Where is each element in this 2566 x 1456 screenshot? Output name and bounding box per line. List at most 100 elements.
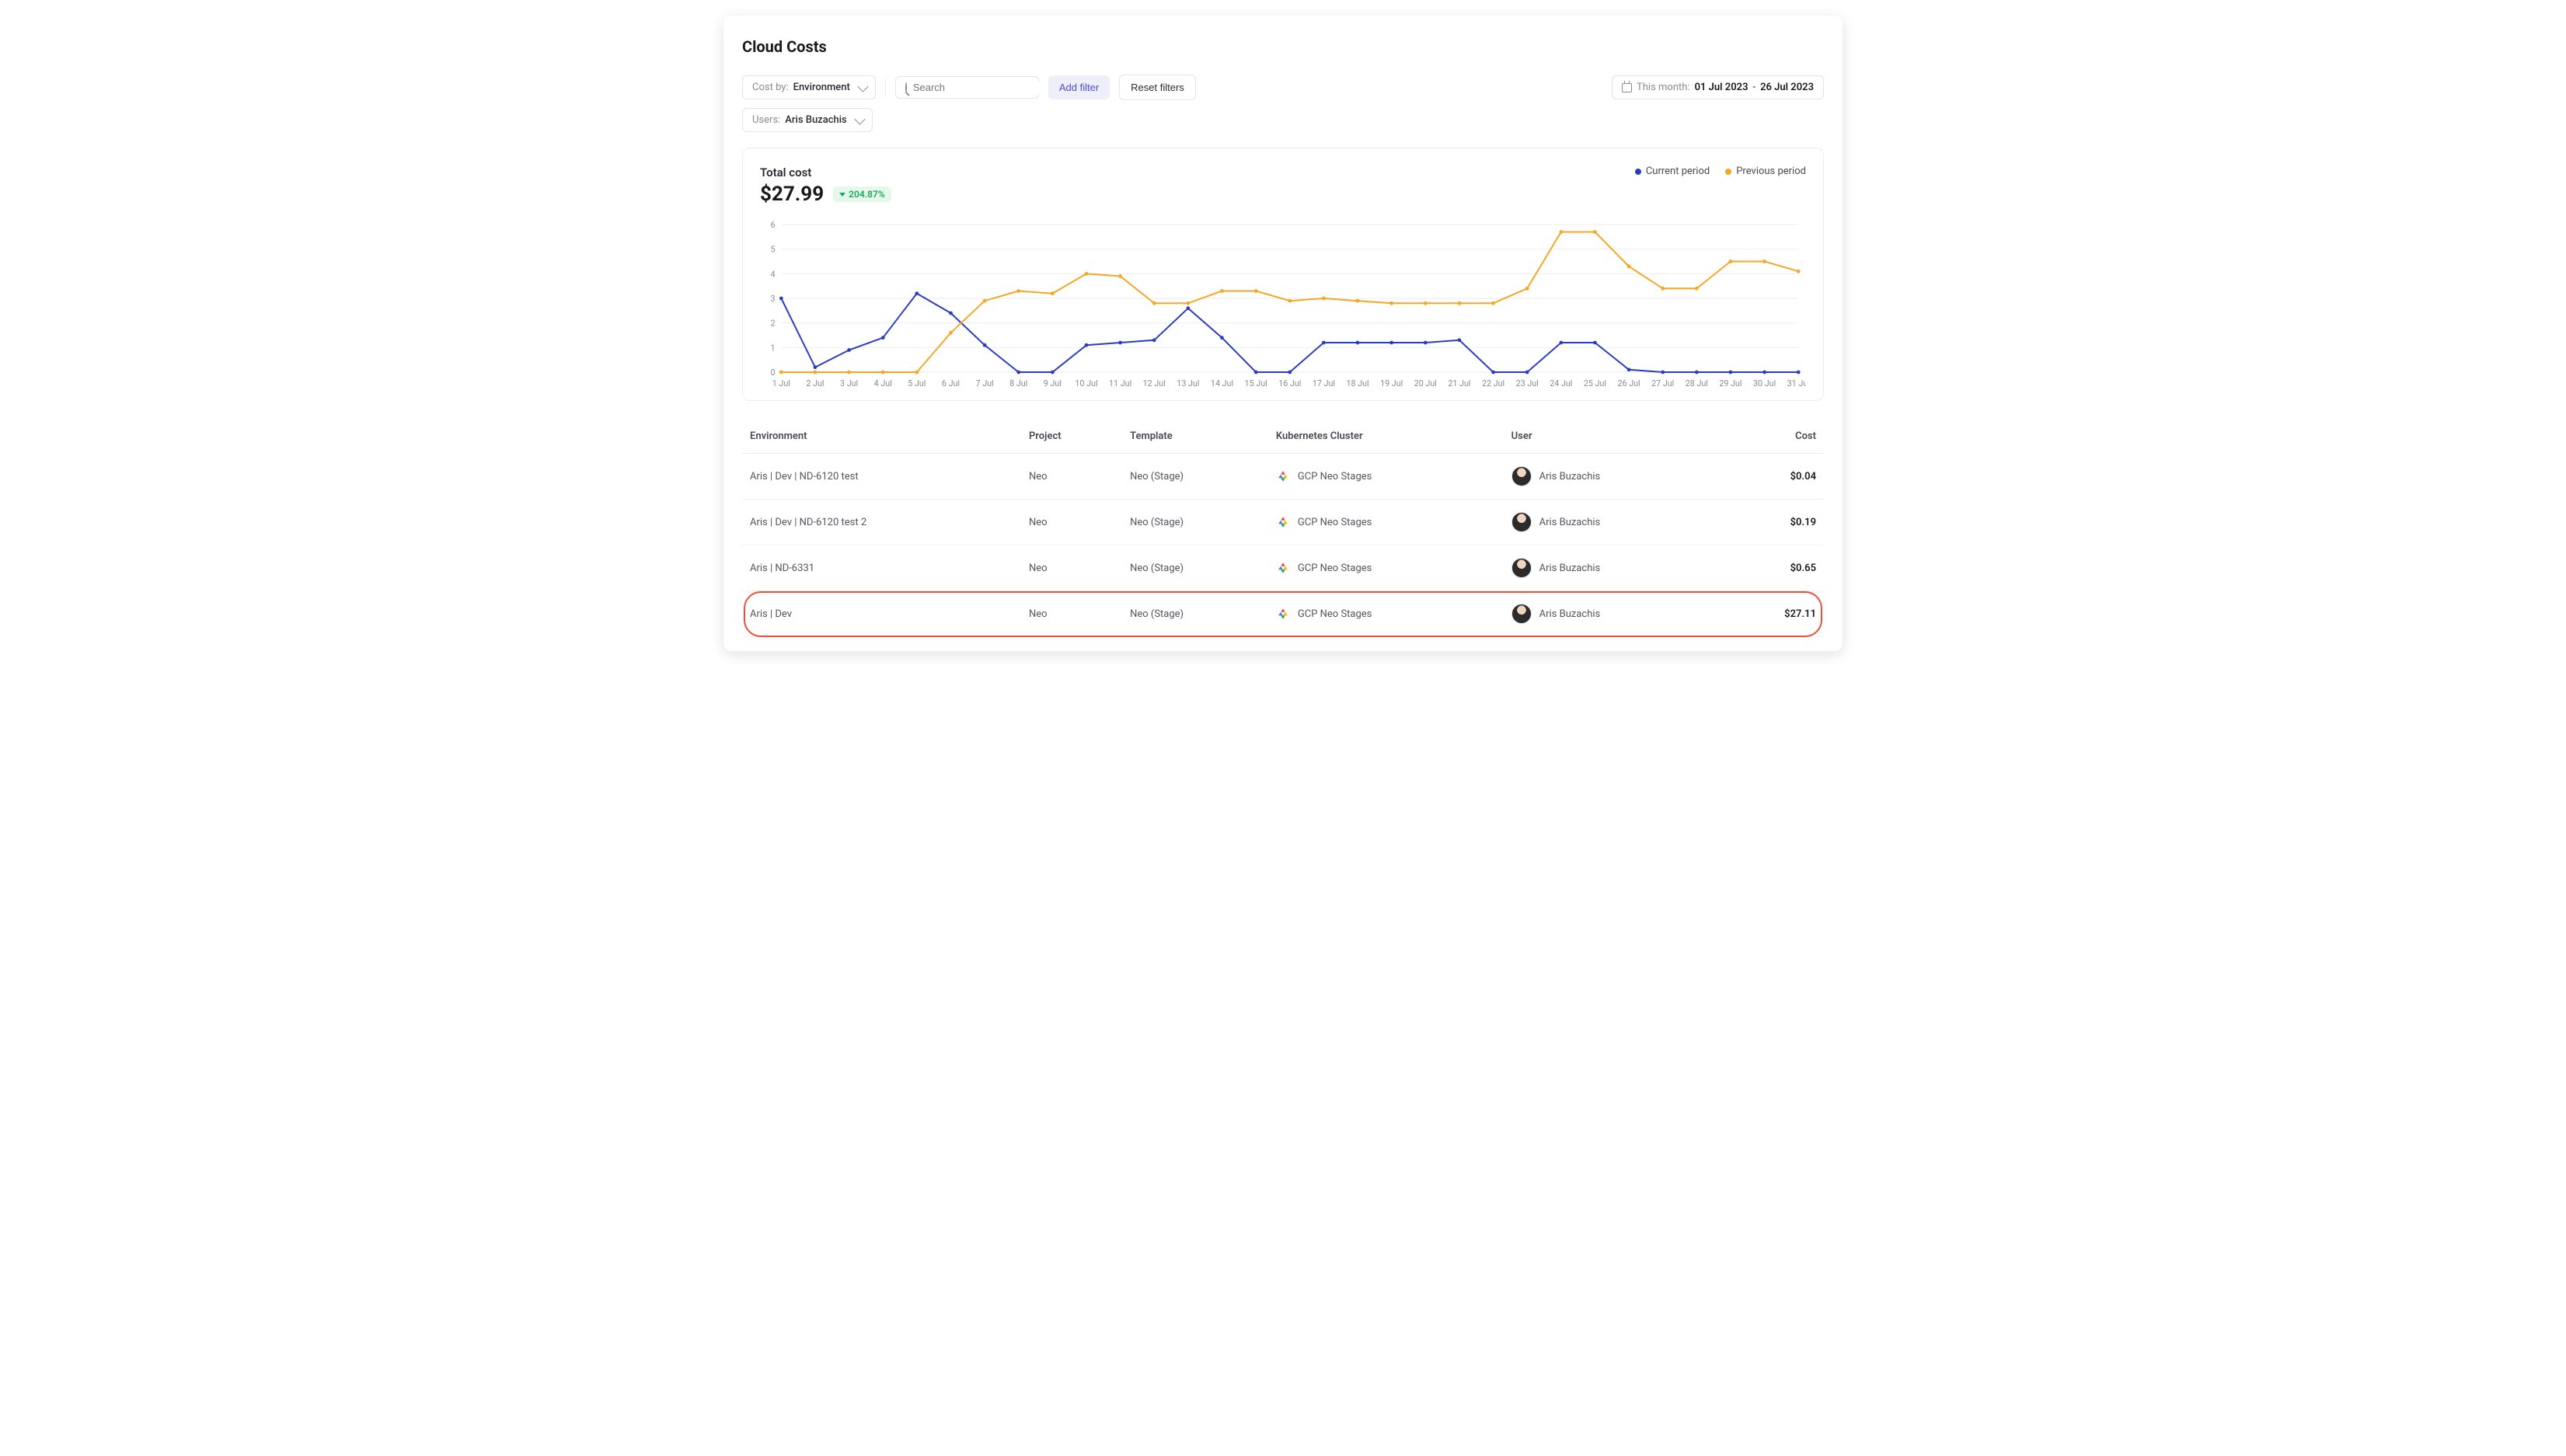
svg-text:24 Jul: 24 Jul bbox=[1550, 378, 1572, 388]
svg-text:1: 1 bbox=[770, 343, 775, 353]
svg-text:10 Jul: 10 Jul bbox=[1075, 378, 1097, 388]
svg-text:23 Jul: 23 Jul bbox=[1516, 378, 1539, 388]
cell-cost: $0.19 bbox=[1724, 500, 1824, 545]
cost-chart: 01234561 Jul2 Jul3 Jul4 Jul5 Jul6 Jul7 J… bbox=[760, 218, 1806, 389]
svg-text:31 Jul: 31 Jul bbox=[1787, 378, 1806, 388]
svg-text:0: 0 bbox=[770, 367, 775, 378]
chevron-down-icon bbox=[854, 113, 865, 124]
cell-cluster: GCP Neo Stages bbox=[1268, 591, 1504, 637]
svg-text:8 Jul: 8 Jul bbox=[1009, 378, 1027, 388]
svg-text:18 Jul: 18 Jul bbox=[1346, 378, 1368, 388]
avatar bbox=[1511, 466, 1532, 486]
table-row[interactable]: Aris | Dev | ND-6120 test Neo Neo (Stage… bbox=[742, 454, 1824, 500]
search-input[interactable] bbox=[913, 82, 1050, 93]
gcp-icon bbox=[1276, 469, 1290, 483]
svg-text:16 Jul: 16 Jul bbox=[1278, 378, 1301, 388]
svg-text:3 Jul: 3 Jul bbox=[840, 378, 858, 388]
total-cost-card: Total cost $27.99 204.87% Current period… bbox=[742, 148, 1824, 401]
cell-user: Aris Buzachis bbox=[1504, 500, 1724, 545]
cell-project: Neo bbox=[1021, 591, 1122, 637]
col-project[interactable]: Project bbox=[1021, 420, 1122, 454]
arrow-down-icon bbox=[839, 193, 845, 197]
total-cost-amount: $27.99 bbox=[760, 183, 824, 206]
cell-environment: Aris | Dev bbox=[742, 591, 1021, 637]
svg-text:22 Jul: 22 Jul bbox=[1482, 378, 1504, 388]
svg-text:2: 2 bbox=[770, 319, 775, 329]
cell-cost: $0.04 bbox=[1724, 454, 1824, 500]
col-cost[interactable]: Cost bbox=[1724, 420, 1824, 454]
cell-cluster: GCP Neo Stages bbox=[1268, 500, 1504, 545]
svg-text:6 Jul: 6 Jul bbox=[942, 378, 960, 388]
cell-environment: Aris | Dev | ND-6120 test 2 bbox=[742, 500, 1021, 545]
svg-text:13 Jul: 13 Jul bbox=[1177, 378, 1199, 388]
legend-dot-current bbox=[1635, 169, 1641, 175]
cell-template: Neo (Stage) bbox=[1122, 454, 1268, 500]
cost-by-value: Environment bbox=[793, 82, 850, 93]
cell-user: Aris Buzachis bbox=[1504, 591, 1724, 637]
svg-text:1 Jul: 1 Jul bbox=[772, 378, 790, 388]
calendar-icon bbox=[1622, 83, 1632, 92]
delta-value: 204.87% bbox=[849, 189, 885, 200]
environments-table: Environment Project Template Kubernetes … bbox=[742, 420, 1824, 637]
svg-text:12 Jul: 12 Jul bbox=[1143, 378, 1166, 388]
filters-bar: Cost by: Environment Add filter Reset fi… bbox=[742, 75, 1824, 100]
col-user[interactable]: User bbox=[1504, 420, 1724, 454]
svg-text:17 Jul: 17 Jul bbox=[1313, 378, 1335, 388]
svg-text:5: 5 bbox=[770, 245, 775, 255]
cell-template: Neo (Stage) bbox=[1122, 591, 1268, 637]
svg-text:21 Jul: 21 Jul bbox=[1448, 378, 1470, 388]
svg-text:25 Jul: 25 Jul bbox=[1584, 378, 1606, 388]
cell-project: Neo bbox=[1021, 500, 1122, 545]
svg-text:26 Jul: 26 Jul bbox=[1618, 378, 1640, 388]
svg-text:3: 3 bbox=[770, 294, 775, 304]
environments-table-wrap: Environment Project Template Kubernetes … bbox=[742, 420, 1824, 637]
svg-text:4 Jul: 4 Jul bbox=[874, 378, 892, 388]
cell-cost: $27.11 bbox=[1724, 591, 1824, 637]
col-environment[interactable]: Environment bbox=[742, 420, 1021, 454]
svg-text:5 Jul: 5 Jul bbox=[908, 378, 926, 388]
svg-text:11 Jul: 11 Jul bbox=[1109, 378, 1131, 388]
svg-text:9 Jul: 9 Jul bbox=[1044, 378, 1062, 388]
cell-project: Neo bbox=[1021, 545, 1122, 591]
svg-text:15 Jul: 15 Jul bbox=[1245, 378, 1267, 388]
divider bbox=[885, 78, 886, 97]
svg-text:30 Jul: 30 Jul bbox=[1753, 378, 1776, 388]
users-filter-dropdown[interactable]: Users: Aris Buzachis bbox=[742, 108, 873, 132]
cell-cost: $0.65 bbox=[1724, 545, 1824, 591]
cell-environment: Aris | ND-6331 bbox=[742, 545, 1021, 591]
svg-text:27 Jul: 27 Jul bbox=[1651, 378, 1674, 388]
cell-project: Neo bbox=[1021, 454, 1122, 500]
cell-cluster: GCP Neo Stages bbox=[1268, 454, 1504, 500]
chart-area: 01234561 Jul2 Jul3 Jul4 Jul5 Jul6 Jul7 J… bbox=[760, 218, 1806, 389]
search-input-wrap[interactable] bbox=[895, 76, 1039, 99]
legend-previous: Previous period bbox=[1725, 165, 1806, 177]
delta-badge: 204.87% bbox=[833, 186, 891, 202]
cell-environment: Aris | Dev | ND-6120 test bbox=[742, 454, 1021, 500]
date-range-to: 26 Jul 2023 bbox=[1760, 82, 1814, 93]
svg-text:4: 4 bbox=[770, 269, 775, 279]
chart-legend: Current period Previous period bbox=[1635, 165, 1806, 177]
gcp-icon bbox=[1276, 561, 1290, 575]
svg-text:7 Jul: 7 Jul bbox=[976, 378, 994, 388]
gcp-icon bbox=[1276, 515, 1290, 529]
table-row[interactable]: Aris | ND-6331 Neo Neo (Stage) GCP Neo S… bbox=[742, 545, 1824, 591]
add-filter-button[interactable]: Add filter bbox=[1048, 75, 1110, 99]
date-range-sep: - bbox=[1753, 82, 1756, 93]
legend-current: Current period bbox=[1635, 165, 1710, 177]
table-row[interactable]: Aris | Dev Neo Neo (Stage) GCP Neo Stage… bbox=[742, 591, 1824, 637]
cell-template: Neo (Stage) bbox=[1122, 500, 1268, 545]
chevron-down-icon bbox=[857, 81, 868, 92]
table-row[interactable]: Aris | Dev | ND-6120 test 2 Neo Neo (Sta… bbox=[742, 500, 1824, 545]
search-icon bbox=[905, 82, 907, 93]
avatar bbox=[1511, 604, 1532, 624]
col-cluster[interactable]: Kubernetes Cluster bbox=[1268, 420, 1504, 454]
reset-filters-button[interactable]: Reset filters bbox=[1119, 75, 1196, 100]
cell-user: Aris Buzachis bbox=[1504, 454, 1724, 500]
cost-by-dropdown[interactable]: Cost by: Environment bbox=[742, 75, 876, 99]
cell-cluster: GCP Neo Stages bbox=[1268, 545, 1504, 591]
cell-user: Aris Buzachis bbox=[1504, 545, 1724, 591]
svg-text:2 Jul: 2 Jul bbox=[806, 378, 824, 388]
cost-by-label: Cost by: bbox=[752, 82, 789, 93]
col-template[interactable]: Template bbox=[1122, 420, 1268, 454]
date-range-picker[interactable]: This month: 01 Jul 2023 - 26 Jul 2023 bbox=[1612, 75, 1824, 99]
